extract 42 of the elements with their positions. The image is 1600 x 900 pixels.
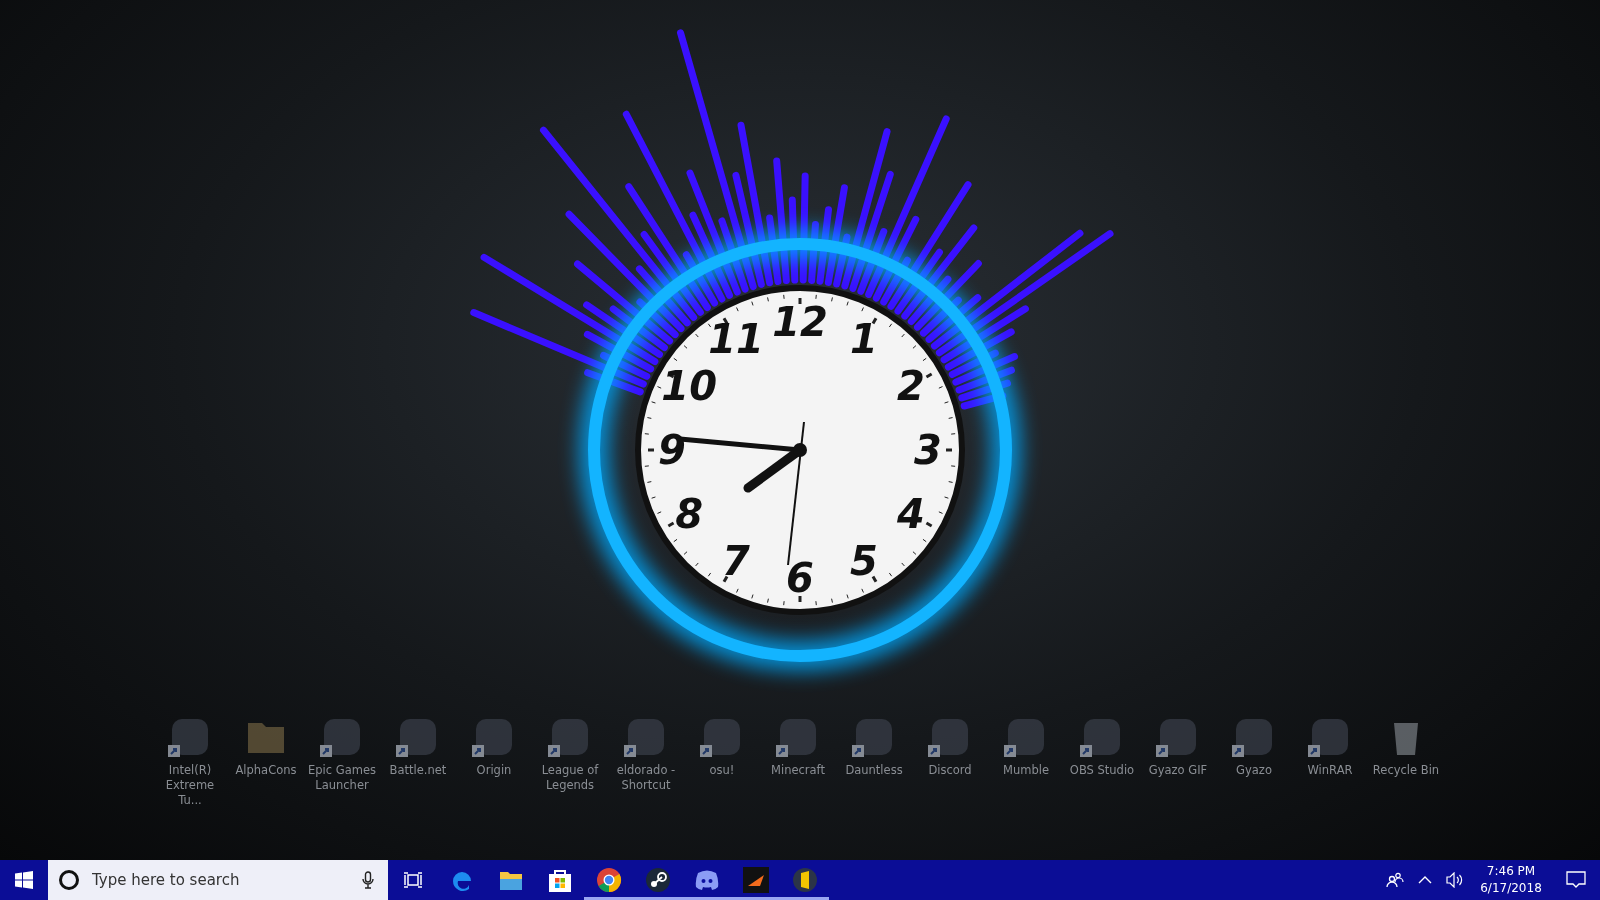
- clock-numeral: 8: [675, 491, 704, 537]
- steam-icon: [644, 867, 671, 893]
- icon-label: Battle.net: [388, 763, 448, 778]
- icon-label: Gyazo: [1235, 763, 1273, 778]
- icon-label: Discord: [927, 763, 973, 778]
- icon-label: League of Legends: [540, 763, 600, 793]
- icon-label: OBS Studio: [1068, 763, 1136, 778]
- icon-label: Recycle Bin: [1371, 763, 1441, 778]
- windows-logo-icon: [15, 871, 33, 889]
- clock-numeral: 12: [772, 299, 828, 345]
- search-field[interactable]: Type here to search: [90, 870, 352, 890]
- clock-numeral: 3: [914, 427, 942, 473]
- clock-numeral: 4: [896, 491, 925, 537]
- app-icon: [742, 867, 769, 893]
- icon-label: eldorado - Shortcut: [615, 763, 677, 793]
- clock-numeral: 11: [708, 316, 764, 363]
- task-view-icon: [402, 871, 423, 889]
- icon-label: Mumble: [1002, 763, 1050, 778]
- microphone-icon[interactable]: [362, 871, 374, 889]
- icon-label: AlphaCons: [234, 763, 298, 778]
- icon-label: Gyazo GIF: [1147, 763, 1209, 778]
- clock-numeral: 7: [722, 537, 750, 584]
- icon-label: Intel(R) Extreme Tu...: [164, 763, 216, 808]
- icon-label: Dauntless: [844, 763, 904, 778]
- icon-label: Origin: [475, 763, 513, 778]
- icon-label: osu!: [708, 763, 736, 778]
- icon-label: WinRAR: [1306, 763, 1354, 778]
- search-box[interactable]: Type here to search: [48, 860, 388, 900]
- cortana-icon[interactable]: [58, 869, 80, 891]
- taskbar-clock[interactable]: 7:46 PM 6/17/2018: [1470, 860, 1552, 900]
- icon-label: Epic Games Launcher: [307, 763, 377, 793]
- shopping-bag-icon: [546, 867, 573, 893]
- app-icon: [791, 867, 818, 893]
- clock-numeral: 5: [850, 537, 878, 584]
- clock-numeral: 10: [661, 363, 717, 409]
- icon-label: Minecraft: [770, 763, 826, 778]
- discord-icon: [693, 869, 720, 891]
- clock-numeral: 2: [896, 363, 925, 409]
- clock-numeral: 6: [786, 555, 814, 601]
- clock-numeral: 9: [658, 427, 686, 473]
- chrome-icon: [595, 867, 622, 893]
- clock-numeral: 1: [850, 316, 878, 363]
